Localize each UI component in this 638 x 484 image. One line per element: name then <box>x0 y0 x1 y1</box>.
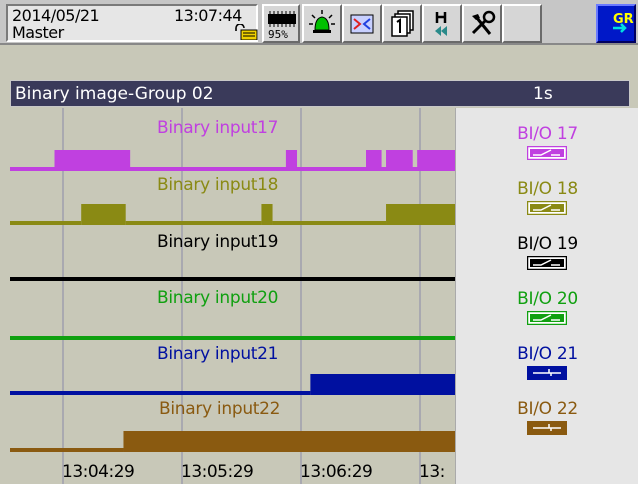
legend-label: BI/O 22 <box>517 399 578 419</box>
alarm-button[interactable] <box>302 4 342 43</box>
trace-label-17: Binary input17 <box>157 118 279 138</box>
legend-item-22[interactable]: BI/O 22 <box>456 399 638 449</box>
trace-17-segment-5 <box>297 167 366 171</box>
group-icon <box>391 10 414 37</box>
legend-panel: BI/O 17 BI/O 18 BI/O 19 BI/O 20 BI/O 21 BI/O … <box>455 108 638 484</box>
status-panel: 2014/05/21 13:07:44 Master <box>6 4 258 42</box>
trace-label-21: Binary input21 <box>157 344 279 364</box>
tools-icon <box>471 10 496 35</box>
switch-closed-icon <box>527 366 567 380</box>
memory-icon <box>268 11 296 27</box>
unlock-icon[interactable] <box>232 24 258 40</box>
legend-label: BI/O 19 <box>517 234 578 254</box>
trace-22-segment-2 <box>123 431 455 452</box>
switch-open-icon <box>527 256 567 270</box>
trace-18-segment-1 <box>10 221 82 225</box>
trace-17-segment-2 <box>54 150 131 171</box>
trace-17-segment-3 <box>130 167 286 171</box>
trace-label-20: Binary input20 <box>157 288 279 308</box>
trace-label-22: Binary input22 <box>159 399 281 419</box>
group-title: Binary image-Group 02 <box>15 84 214 104</box>
trace-18-segment-3 <box>125 221 262 225</box>
trace-21-segment-1 <box>10 391 311 395</box>
trace-17-segment-10 <box>417 150 455 171</box>
message-icon <box>350 14 374 34</box>
binary-trend-chart: Binary input17 Binary input18 Binary input… <box>10 108 455 484</box>
sample-rate: 1s <box>533 84 553 104</box>
trace-22-segment-1 <box>10 448 124 452</box>
trace-label-19: Binary input19 <box>157 232 279 252</box>
memory-percent: 95% <box>268 28 288 41</box>
legend-label: BI/O 17 <box>517 124 578 144</box>
alarm-icon <box>309 10 335 33</box>
trace-label-18: Binary input18 <box>157 175 279 195</box>
time-tick-label-3: 13:06:29 <box>300 462 373 482</box>
memory-button[interactable]: 95% <box>262 4 300 43</box>
trace-18-segment-2 <box>81 204 126 225</box>
legend-item-19[interactable]: BI/O 19 <box>456 234 638 284</box>
message-button[interactable] <box>342 4 382 43</box>
switch-open-icon <box>527 146 567 160</box>
gr-icon: GR <box>613 12 634 33</box>
time-tick-label-2: 13:05:29 <box>181 462 254 482</box>
trace-18-segment-6 <box>386 204 455 225</box>
switch-open-icon <box>527 201 567 215</box>
legend-label: BI/O 18 <box>517 179 578 199</box>
mode-display: Master <box>12 23 64 42</box>
trace-18-segment-4 <box>261 204 273 225</box>
title-bar: Binary image-Group 02 1s <box>10 80 630 107</box>
time-display: 13:07:44 <box>174 6 242 25</box>
switch-open-icon <box>527 311 567 325</box>
switch-closed-icon <box>527 421 567 435</box>
trace-20 <box>10 336 455 340</box>
legend-item-20[interactable]: BI/O 20 <box>456 289 638 339</box>
trace-18-segment-5 <box>272 221 387 225</box>
tools-button[interactable] <box>462 4 502 43</box>
trace-19-segment-1 <box>10 277 455 281</box>
time-tick-label-1: 13:04:29 <box>62 462 135 482</box>
trace-20-segment-1 <box>10 336 455 340</box>
trace-19 <box>10 277 455 281</box>
trace-17-segment-4 <box>285 150 298 171</box>
trace-21-segment-2 <box>310 374 455 395</box>
trace-17-segment-6 <box>366 150 382 171</box>
legend-label: BI/O 21 <box>517 344 578 364</box>
history-button[interactable] <box>422 4 462 43</box>
time-tick-label-4: 13: <box>419 462 445 482</box>
top-toolbar: 2014/05/21 13:07:44 Master 95% GR <box>0 0 638 45</box>
group-button[interactable] <box>382 4 422 43</box>
trace-17-segment-8 <box>386 150 413 171</box>
trace-17-segment-7 <box>381 167 387 171</box>
trace-17-segment-9 <box>412 167 418 171</box>
legend-item-18[interactable]: BI/O 18 <box>456 179 638 229</box>
legend-label: BI/O 20 <box>517 289 578 309</box>
history-icon <box>435 12 447 36</box>
legend-item-21[interactable]: BI/O 21 <box>456 344 638 394</box>
blank-button[interactable] <box>502 4 542 43</box>
gr-button[interactable]: GR <box>596 4 636 43</box>
legend-item-17[interactable]: BI/O 17 <box>456 124 638 174</box>
